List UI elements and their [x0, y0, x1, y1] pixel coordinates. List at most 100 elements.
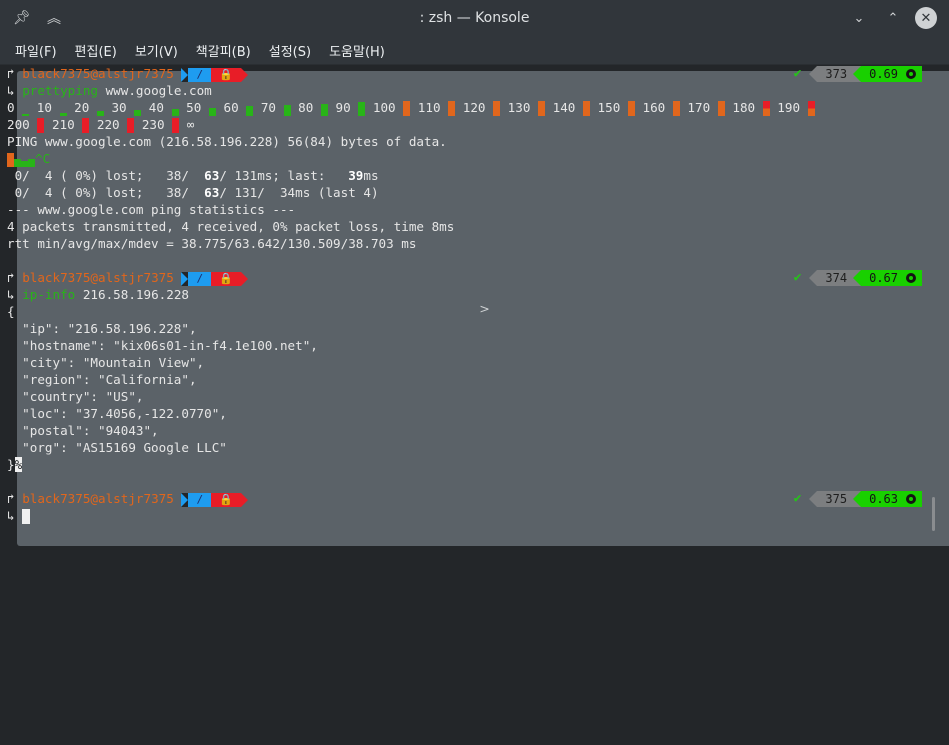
menu-bookmarks[interactable]: 책갈피(B)	[187, 41, 260, 60]
ping-scale-label: 90	[335, 100, 359, 115]
ping-scale-bar	[320, 103, 328, 116]
segment-arrow	[809, 65, 818, 82]
stats-avg: 63	[204, 185, 220, 200]
ping-scale-label: 140	[552, 100, 583, 115]
chevron-up-icon[interactable]: ⌃	[881, 6, 905, 30]
exec-time-value: 0.67	[869, 270, 898, 285]
window-controls: ⌄ ⌃ ✕	[847, 6, 937, 30]
user-host: black7375@alstjr7375	[22, 491, 174, 506]
close-icon[interactable]: ✕	[915, 7, 937, 29]
ping-scale-label: 120	[462, 100, 494, 115]
lock-icon: 🔒	[211, 67, 241, 82]
segment-arrow	[809, 490, 818, 507]
command-arrow: ↳	[7, 83, 15, 98]
ping-bar	[14, 159, 21, 167]
history-number: 374	[817, 269, 854, 286]
ping-bars: ^C	[7, 150, 50, 167]
ping-scale-label: 70	[260, 100, 284, 115]
segment-arrow	[181, 67, 189, 82]
ping-bar	[7, 153, 14, 167]
terminal-output[interactable]: ↱ black7375@alstjr7375 /🔒 ✔ 373 0.69 ↳ p…	[7, 65, 942, 540]
json-line: "country": "US",	[7, 389, 144, 404]
ping-scale-bar	[171, 108, 179, 116]
title-bar: > 📌︎ ︽ : zsh — Konsole ⌄ ⌃ ✕	[0, 0, 949, 546]
ping-scale-bar	[208, 107, 216, 116]
segment-arrow	[809, 269, 818, 286]
ping-scale-label: 190	[777, 100, 808, 115]
command-arrow: ↳	[7, 508, 15, 523]
json-line: "region": "California",	[7, 372, 197, 387]
scrollbar[interactable]	[932, 497, 935, 531]
segment-arrow	[240, 67, 248, 82]
json-line: "postal": "94043",	[7, 423, 159, 438]
ping-header: PING www.google.com (216.58.196.228) 56(…	[7, 134, 447, 149]
ping-scale-label: 30	[111, 100, 135, 115]
segment-arrow	[853, 65, 862, 82]
ping-scale-label: 180	[732, 100, 763, 115]
ping-scale-label: 160	[642, 100, 673, 115]
menu-file[interactable]: 파일(F)	[0, 41, 66, 60]
ping-scale-bar	[582, 101, 590, 116]
stats-text: / 131/ 34ms (last 4)	[219, 185, 379, 200]
dir-segment: /	[188, 271, 212, 286]
ping-scale-row: 0 10 20 30 40 50 60 70 80 90 100 110 120…	[7, 99, 822, 116]
stats-text: 0/ 4 ( 0%) lost; 38/	[7, 168, 205, 183]
command-line: ↳ prettyping www.google.com	[7, 82, 212, 99]
menu-help[interactable]: 도움말(H)	[320, 41, 394, 60]
ping-scale-label: 210	[51, 117, 83, 132]
exec-time: 0.69	[861, 65, 922, 82]
prompt-corner: ↱	[7, 491, 15, 506]
check-icon: ✔	[793, 270, 802, 285]
ping-scale-bar	[762, 101, 770, 116]
menu-view[interactable]: 보기(V)	[126, 41, 187, 60]
json-close: }	[7, 457, 15, 472]
menu-settings[interactable]: 설정(S)	[260, 41, 320, 60]
interrupt-text: ^C	[35, 151, 51, 166]
ping-scale-label: 50	[186, 100, 209, 115]
stats-avg: 63	[204, 168, 220, 183]
ping-scale-label: 230	[141, 117, 173, 132]
ping-scale-label: 20	[74, 100, 97, 115]
exec-time: 0.67	[861, 269, 922, 286]
user-host: black7375@alstjr7375	[22, 270, 174, 285]
json-line: "loc": "37.4056,-122.0770",	[7, 406, 227, 421]
json-line: "hostname": "kix06s01-in-f4.1e100.net",	[7, 338, 318, 353]
right-prompt: ✔ 375 0.63	[794, 490, 922, 507]
ping-summary: 4 packets transmitted, 4 received, 0% pa…	[7, 219, 455, 234]
json-line: "city": "Mountain View",	[7, 355, 205, 370]
command-line[interactable]: ↳	[7, 507, 31, 524]
ping-scale-label: 220	[96, 117, 128, 132]
ping-stats-line: 0/ 4 ( 0%) lost; 38/ 63/ 131ms; last: 39…	[7, 167, 379, 184]
text-cursor	[22, 509, 31, 524]
segment-arrow	[853, 490, 862, 507]
segment-arrow	[181, 492, 189, 507]
ping-scale-label: 170	[687, 100, 718, 115]
command-name: ip-info	[22, 287, 76, 302]
prompt-line: ↱ black7375@alstjr7375 /🔒	[7, 490, 248, 507]
ping-scale-label: 80	[298, 100, 321, 115]
right-prompt: ✔ 373 0.69	[794, 65, 922, 82]
command-arg: 216.58.196.228	[75, 287, 189, 302]
segment-arrow	[853, 269, 862, 286]
ping-bar	[28, 159, 35, 167]
json-line: "ip": "216.58.196.228",	[7, 321, 197, 336]
clock-icon	[906, 493, 916, 504]
chevron-down-icon[interactable]: ⌄	[847, 6, 871, 30]
right-prompt: ✔ 374 0.67	[794, 269, 922, 286]
exec-time-value: 0.69	[869, 66, 898, 81]
ping-scale-label: 130	[507, 100, 539, 115]
history-number: 375	[817, 490, 854, 507]
ping-scale-label: 40	[148, 100, 172, 115]
menu-edit[interactable]: 편집(E)	[66, 41, 126, 60]
segment-arrow	[240, 492, 248, 507]
ping-scale-label: 100	[372, 100, 404, 115]
dir-segment: /	[188, 492, 212, 507]
ping-scale-label: 0	[7, 100, 23, 115]
ping-scale-label: 10	[36, 100, 60, 115]
json-line: "org": "AS15169 Google LLC"	[7, 440, 227, 455]
prompt-line: ↱ black7375@alstjr7375 /🔒	[7, 269, 248, 286]
ping-scale-bar	[672, 101, 680, 116]
clock-icon	[906, 272, 916, 283]
segment-arrow	[181, 271, 189, 286]
command-line: ↳ ip-info 216.58.196.228	[7, 286, 189, 303]
